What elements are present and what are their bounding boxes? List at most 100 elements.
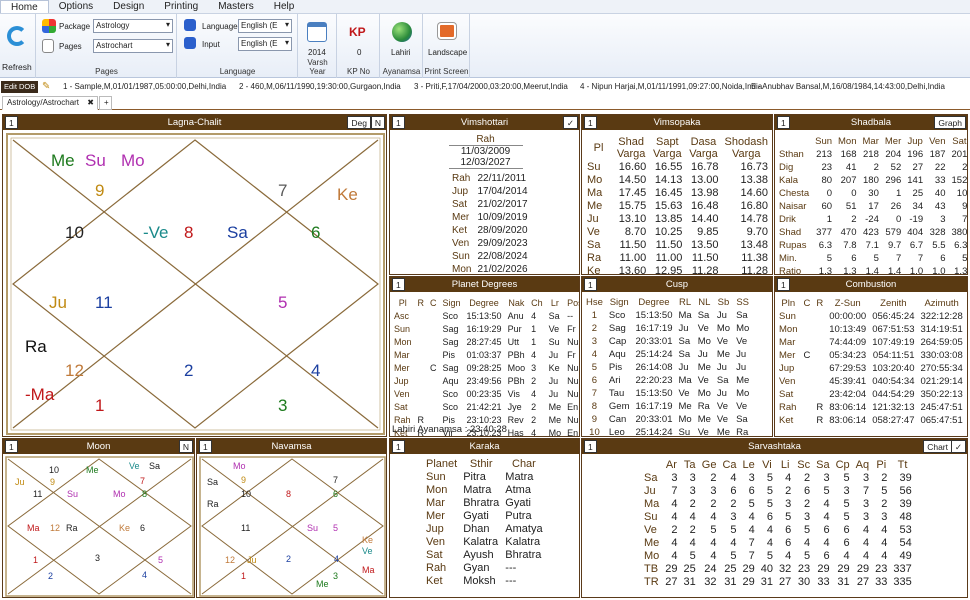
antardasha-row: Mon 21/02/2026 <box>450 264 530 274</box>
table-cell: 5 <box>710 524 717 536</box>
chart-button[interactable]: Chart <box>923 440 952 453</box>
menu-home[interactable]: Home <box>0 0 49 13</box>
shadbala-panel: 1 Shadbala Graph Sun Mon Mar Mer Jup Ven Sat St… <box>774 114 968 275</box>
pencil-icon[interactable]: ✎ <box>42 81 50 92</box>
moon-num-button[interactable]: 1 <box>5 440 18 453</box>
north-button[interactable]: N <box>370 116 385 129</box>
table-cell: Mon <box>779 324 798 335</box>
input-select[interactable]: English (E <box>238 37 292 51</box>
planet-rahu: Ra <box>66 523 78 533</box>
pages-select[interactable]: Astrochart <box>93 39 173 53</box>
vimsopaka-num-button[interactable]: 1 <box>584 116 597 129</box>
vimshottari-num-button[interactable]: 1 <box>392 116 405 129</box>
shadbala-title: Shadbala <box>850 117 892 128</box>
table-cell: Kalatra <box>505 536 541 548</box>
dob-item[interactable]: 5 - Anubhav Bansal,M,16/08/1984,14:43:00… <box>751 82 945 91</box>
table-cell: 1.3 <box>843 266 857 275</box>
planet-mercury: Me <box>316 579 329 589</box>
table-cell: 15:13:50 <box>466 311 502 321</box>
table-header-row: Planet Sthir Char <box>424 459 545 470</box>
table-cell: Ayush <box>463 549 494 561</box>
house-number: 2 <box>48 571 53 581</box>
combustion-row: Sun 00:00:00 056:45:24 322:12:28 <box>777 311 965 322</box>
planet-degrees-num-button[interactable]: 1 <box>392 278 405 291</box>
menu-options[interactable]: Options <box>49 0 103 13</box>
table-cell: 3 <box>671 472 678 484</box>
menu-help[interactable]: Help <box>264 0 305 13</box>
table-cell: 16.73 <box>740 161 768 173</box>
table-cell: 29 <box>665 563 678 575</box>
sarvashtaka-title: Sarvashtaka <box>748 441 801 452</box>
pages-label: Pages <box>59 42 82 51</box>
package-select[interactable]: Astrology <box>93 19 173 33</box>
dob-item[interactable]: 3 - Priti,F,17/04/2000,03:20:00,Meerut,I… <box>414 82 568 91</box>
moon-north-button[interactable]: N <box>178 440 193 453</box>
planet-degree-row: Mon Sag 28:27:45 Utt 1 Su Nu <box>392 337 579 348</box>
add-tab-button[interactable]: + <box>99 96 112 110</box>
table-cell: Mo <box>697 336 711 347</box>
planet-mars: Ma <box>27 523 40 533</box>
navamsa-num-button[interactable]: 1 <box>199 440 212 453</box>
table-cell: 11.50 <box>619 239 647 251</box>
table-cell: Fr <box>567 350 576 360</box>
vimshottari-check-button[interactable]: ✓ <box>562 116 578 129</box>
shadbala-num-button[interactable]: 1 <box>777 116 790 129</box>
table-cell: 13.60 <box>618 265 647 275</box>
refresh-button[interactable]: Refresh <box>2 22 32 72</box>
table-cell: Mo <box>736 323 750 334</box>
table-cell: Aqu <box>442 376 459 386</box>
karaka-num-button[interactable]: 1 <box>392 440 405 453</box>
table-cell: 11.00 <box>619 252 647 264</box>
house-number: 5 <box>333 523 338 533</box>
table-cell: 13.10 <box>618 213 647 225</box>
table-cell: 4 <box>531 428 537 437</box>
tab-label: Astrology/Astrochart <box>7 98 80 107</box>
table-cell <box>416 311 427 322</box>
table-cell: Mer <box>452 212 470 223</box>
table-cell: 29 <box>856 563 870 575</box>
lagna-num-button[interactable]: 1 <box>5 116 18 129</box>
column-header: Jup <box>907 136 923 147</box>
kp-no-group[interactable]: KP 0 KP No <box>338 14 380 78</box>
menu-printing[interactable]: Printing <box>154 0 208 13</box>
sarvashtaka-num-button[interactable]: 1 <box>584 440 597 453</box>
dob-item[interactable]: 1 - Sample,M,01/01/1987,05:00:00,Delhi,I… <box>63 82 226 91</box>
table-cell <box>814 337 825 348</box>
table-cell: 11.28 <box>741 265 768 275</box>
table-cell: Sa <box>587 239 601 251</box>
close-icon[interactable]: ✖ <box>87 98 94 107</box>
table-cell: 5 <box>730 524 737 536</box>
table-cell: Pis <box>608 362 623 373</box>
combustion-num-button[interactable]: 1 <box>777 278 790 291</box>
deg-button[interactable]: Deg <box>347 116 371 129</box>
cusp-num-button[interactable]: 1 <box>584 278 597 291</box>
sarvashtaka-check-button[interactable]: ✓ <box>950 440 966 453</box>
table-cell: Anu <box>507 311 524 321</box>
table-cell: 14.60 <box>740 187 768 199</box>
graph-button[interactable]: Graph <box>934 116 966 129</box>
lagna-header: 1 Lagna-Chalit Deg N <box>3 115 386 130</box>
table-cell: Ket <box>426 575 443 587</box>
table-cell: 107:49:19 <box>872 337 915 348</box>
ayanamsa-group[interactable]: Lahiri Ayanamsa <box>381 14 423 78</box>
edit-dob-button[interactable]: Edit DOB <box>1 81 39 93</box>
varsh-year-group[interactable]: 2014 Varsh Year <box>299 14 337 78</box>
table-cell: Me <box>697 414 711 425</box>
menu-masters[interactable]: Masters <box>208 0 264 13</box>
dob-item[interactable]: 4 - Nipun Harjai,M,01/11/1991,09:27:00,N… <box>580 82 762 91</box>
menu-design[interactable]: Design <box>103 0 154 13</box>
column-header: Vi <box>762 459 772 471</box>
tab-astrochart[interactable]: Astrology/Astrochart ✖ <box>2 96 98 110</box>
table-cell: Sco <box>608 310 626 321</box>
language-select[interactable]: English (E <box>238 19 292 33</box>
table-cell: Ju <box>678 323 689 334</box>
print-screen-group[interactable]: Landscape Print Screen <box>424 14 470 78</box>
table-cell: Nu <box>567 337 579 347</box>
table-cell: 322:12:28 <box>920 311 963 322</box>
dob-item[interactable]: 2 - 460,M,06/11/1990,19:30:00,Gurgaon,In… <box>239 82 401 91</box>
shadbala-row: Drik 1 2 -24 0 -19 3 7 <box>777 214 967 225</box>
table-cell: Mer <box>426 510 445 522</box>
sarvashtaka-row: Ve 2 2 5 5 4 4 6 5 6 6 4 4 53 <box>642 525 914 536</box>
column-header: Nak <box>508 298 525 308</box>
house-number: 9 <box>50 477 55 487</box>
